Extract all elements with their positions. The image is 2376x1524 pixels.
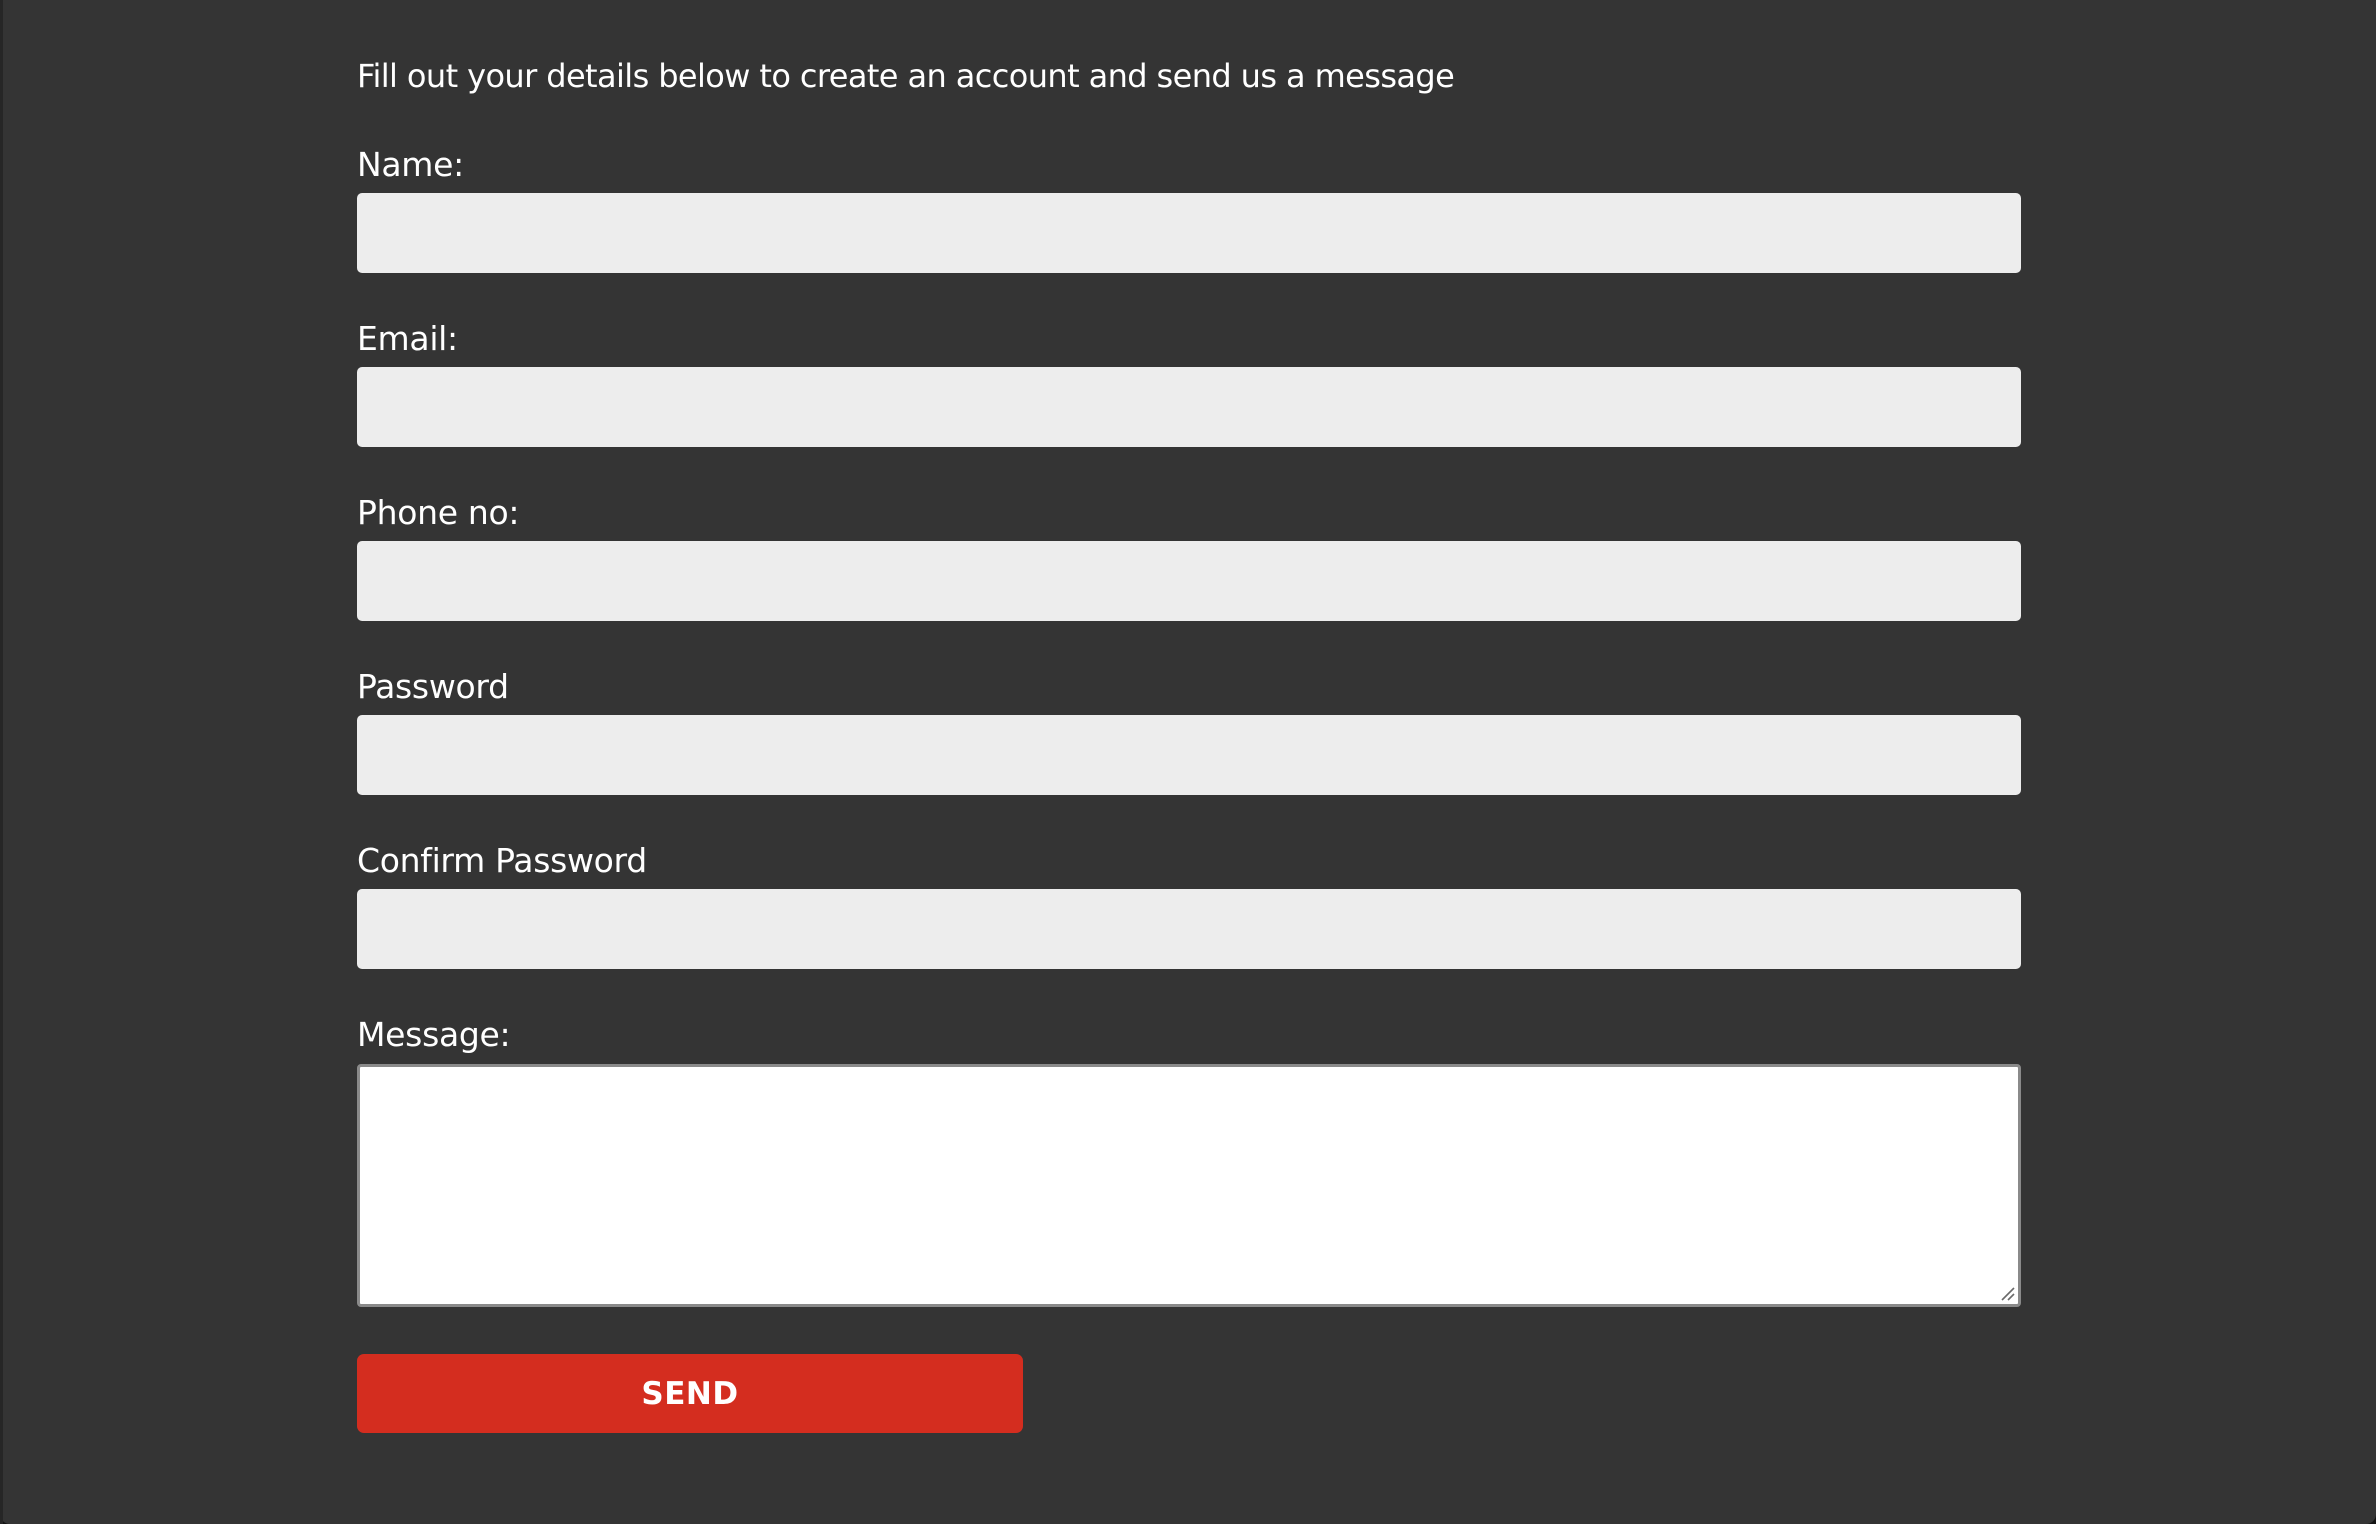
password-label: Password	[357, 667, 509, 706]
confirm-password-label: Confirm Password	[357, 841, 647, 880]
page-left-edge	[0, 0, 3, 1524]
message-textarea[interactable]	[357, 1064, 2021, 1307]
phone-label: Phone no:	[357, 493, 520, 532]
name-label: Name:	[357, 145, 464, 184]
confirm-password-input[interactable]	[357, 889, 2021, 969]
email-label: Email:	[357, 319, 458, 358]
send-button[interactable]: SEND	[357, 1354, 1023, 1433]
name-input[interactable]	[357, 193, 2021, 273]
signup-page: Fill out your details below to create an…	[0, 0, 2376, 1524]
password-input[interactable]	[357, 715, 2021, 795]
email-input[interactable]	[357, 367, 2021, 447]
phone-input[interactable]	[357, 541, 2021, 621]
resize-handle-icon[interactable]	[1999, 1285, 2015, 1301]
form-intro-text: Fill out your details below to create an…	[357, 57, 1455, 95]
message-label: Message:	[357, 1015, 511, 1054]
